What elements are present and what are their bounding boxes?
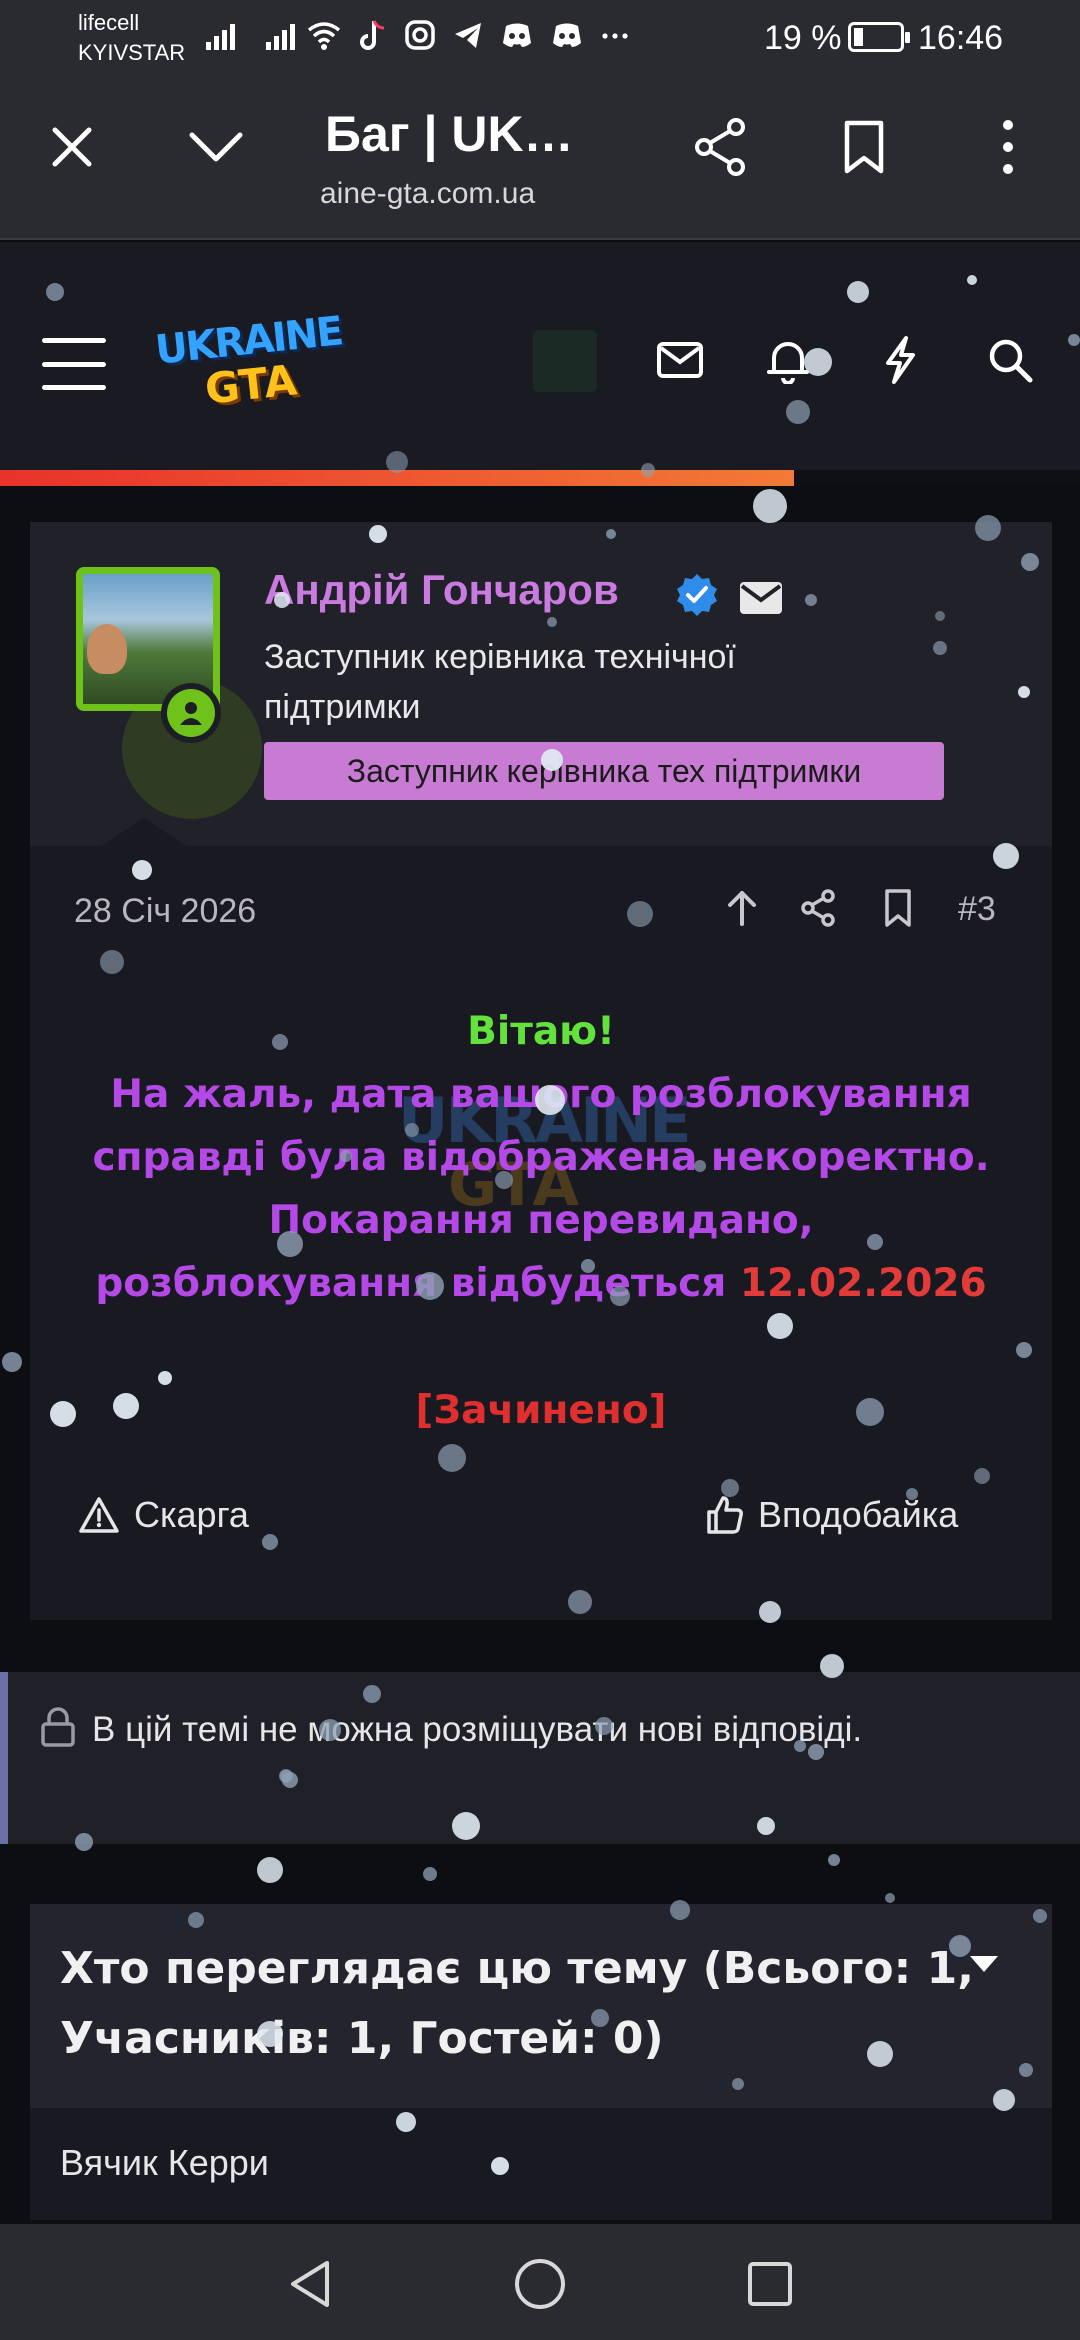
share-post-button[interactable] [792, 882, 844, 934]
snowflake [885, 1893, 895, 1903]
wifi-icon [307, 22, 341, 50]
bookmark-post-button[interactable] [872, 882, 924, 934]
carrier-names: lifecell KYIVSTAR [78, 8, 185, 68]
message-line-1: На жаль, дата вашого розблокування [110, 1072, 972, 1117]
recents-square-icon [748, 2262, 792, 2306]
report-button[interactable]: Скарга [78, 1494, 249, 1536]
share-button[interactable] [688, 115, 752, 179]
snowflake [2, 1352, 22, 1372]
discord-icon [503, 23, 531, 47]
signal-icon [206, 20, 235, 50]
instagram-icon [405, 20, 435, 50]
bell-icon[interactable] [758, 330, 818, 390]
back-triangle-icon [291, 2261, 329, 2307]
message-line-4: розблокування відбудеться [95, 1261, 727, 1306]
battery-icon [848, 22, 910, 52]
inbox-icon[interactable] [650, 330, 710, 390]
like-button[interactable]: Вподобайка [706, 1494, 958, 1536]
site-logo[interactable]: UKRAINE GTA [153, 308, 344, 414]
share-icon [695, 118, 745, 176]
report-label: Скарга [134, 1494, 249, 1535]
post-message: Вітаю! На жаль, дата вашого розблокуванн… [30, 1000, 1052, 1442]
scroll-up-button[interactable] [716, 882, 768, 934]
nav-recents-button[interactable] [738, 2252, 802, 2316]
chevron-down-icon [189, 132, 243, 162]
greeting-text: Вітаю! [467, 1009, 615, 1054]
hamburger-menu-icon[interactable] [42, 338, 106, 390]
scroll-progress-fill [0, 470, 794, 486]
nav-home-button[interactable] [508, 2252, 572, 2316]
post-number[interactable]: #3 [958, 890, 996, 929]
snowflake [257, 1857, 283, 1883]
author-name[interactable]: Андрій Гончаров [264, 566, 619, 614]
message-line-3: Покарання перевидано, [268, 1198, 814, 1243]
thumbs-up-icon [707, 1496, 743, 1534]
snowflake [423, 1867, 437, 1881]
telegram-icon [455, 23, 481, 48]
user-avatar[interactable] [533, 330, 597, 392]
clock: 16:46 [918, 19, 1004, 57]
signal-icon [266, 20, 295, 50]
verified-badge-icon [677, 574, 717, 616]
menu-button[interactable] [976, 115, 1040, 179]
nav-back-button[interactable] [278, 2252, 342, 2316]
chevron-down-icon[interactable] [970, 1956, 998, 1972]
browser-toolbar: Баг | UK… aine-gta.com.ua [0, 75, 1080, 240]
bookmark-icon [844, 120, 884, 174]
bookmark-icon [885, 889, 911, 927]
tiktok-icon [360, 20, 385, 50]
viewer-link[interactable]: Вячик Керри [60, 2142, 269, 2184]
author-pointer [98, 818, 190, 848]
carrier-1: lifecell [78, 10, 140, 35]
bookmark-button[interactable] [832, 115, 896, 179]
viewers-list: Вячик Керри [30, 2108, 1052, 2220]
home-circle-icon [515, 2259, 565, 2309]
close-tab-button[interactable] [40, 115, 104, 179]
more-vert-icon [1003, 120, 1013, 174]
discord-icon [553, 23, 581, 47]
viewers-block-header[interactable]: Хто переглядає цю тему (Всього: 1, Учасн… [30, 1904, 1052, 2108]
locked-notice-text: В цій темі не можна розміщувати нові від… [40, 1702, 1020, 1758]
close-icon [52, 127, 92, 167]
lightning-icon[interactable] [870, 330, 930, 390]
share-icon [801, 889, 835, 927]
author-title: Заступник керівника технічної підтримки [264, 638, 736, 726]
forum-post: Андрій Гончаров Заступник керівника техн… [30, 522, 1052, 1620]
unban-date: 12.02.2026 [739, 1261, 987, 1306]
url-text: aine-gta.com.ua [320, 177, 536, 210]
carrier-2: KYIVSTAR [78, 40, 186, 65]
snowflake [753, 489, 787, 523]
viewers-title: Хто переглядає цю тему (Всього: 1, Учасн… [60, 1943, 974, 2064]
post-date[interactable]: 28 Січ 2026 [74, 892, 256, 931]
closed-label: [Зачинено] [415, 1388, 667, 1433]
status-bar: lifecell KYIVSTAR 19 % 16:46 [0, 0, 1080, 75]
page-url[interactable]: aine-gta.com.ua [320, 177, 580, 211]
battery-percent: 19 % [764, 19, 842, 57]
collapse-button[interactable] [184, 115, 248, 179]
like-label: Вподобайка [758, 1494, 959, 1535]
message-author-icon[interactable] [738, 580, 784, 616]
page-title: Баг | UK… [325, 106, 574, 162]
online-status-icon [161, 683, 221, 743]
lock-icon [41, 1707, 75, 1747]
warning-icon [79, 1497, 119, 1533]
arrow-up-icon [728, 891, 756, 926]
thread-locked-notice: В цій темі не можна розміщувати нові від… [0, 1672, 1080, 1844]
locked-notice-label: В цій темі не можна розміщувати нові від… [92, 1710, 863, 1749]
system-nav-bar [0, 2224, 1080, 2340]
post-author-block: Андрій Гончаров Заступник керівника техн… [30, 522, 1052, 848]
logo-text-gta: GTA [202, 355, 299, 414]
author-group-badge: Заступник керівника тех підтримки [264, 742, 944, 800]
search-icon[interactable] [980, 330, 1040, 390]
message-line-2: справді була відображена некоректно. [92, 1135, 990, 1180]
more-icon [602, 33, 628, 39]
snowflake [828, 1854, 840, 1866]
notification-icons [306, 18, 630, 52]
scroll-progress-bar [0, 470, 1080, 486]
